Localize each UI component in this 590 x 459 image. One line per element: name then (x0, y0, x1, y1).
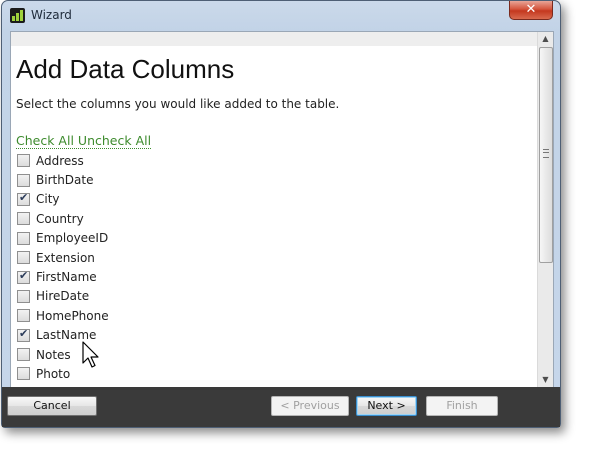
scroll-up-arrow-icon[interactable]: ▲ (538, 32, 553, 46)
checkbox-unchecked[interactable] (17, 367, 30, 381)
next-button[interactable]: Next > (356, 396, 417, 416)
uncheck-all-link[interactable]: Uncheck All (78, 133, 151, 148)
checkbox-unchecked[interactable] (17, 251, 30, 265)
window-title: Wizard (31, 8, 72, 22)
column-checkbox-item[interactable]: Country (17, 209, 109, 228)
column-checkbox-item[interactable]: BirthDate (17, 170, 109, 189)
checkbox-unchecked[interactable] (17, 309, 30, 323)
mouse-pointer-icon (82, 341, 99, 368)
close-button[interactable]: ✕ (509, 1, 553, 20)
column-checkbox-label: Address (36, 153, 84, 168)
column-checkbox-label: City (36, 192, 60, 207)
column-checkbox-item[interactable]: FirstName (17, 267, 109, 286)
checkbox-checked[interactable] (17, 327, 30, 342)
column-checkbox-label: HireDate (36, 289, 90, 304)
checkbox-checked[interactable] (17, 269, 30, 284)
vertical-scrollbar[interactable]: ▲ ▼ (537, 32, 553, 387)
column-checkbox-item[interactable]: HireDate (17, 287, 109, 306)
column-checkbox-label: HomePhone (36, 308, 109, 323)
check-links: Check All Uncheck All (16, 133, 152, 149)
close-icon: ✕ (525, 2, 537, 17)
column-checkbox-label: EmployeeID (36, 231, 109, 246)
finish-button[interactable]: Finish (426, 396, 498, 416)
checkbox-unchecked[interactable] (17, 212, 30, 226)
wizard-app-icon (10, 8, 25, 23)
check-all-link[interactable]: Check All (16, 133, 74, 148)
column-checkbox-item[interactable]: Address (17, 151, 109, 170)
column-checkbox-item[interactable]: City (17, 190, 109, 209)
column-checkbox-label: Country (36, 211, 84, 226)
checkbox-unchecked[interactable] (17, 173, 30, 187)
button-bar: Cancel < Previous Next > Finish (2, 387, 560, 427)
scroll-area: Add Data Columns Select the columns you … (11, 32, 538, 387)
checkbox-checked[interactable] (17, 191, 30, 206)
column-checkbox-label: Notes (36, 347, 71, 362)
checkbox-unchecked[interactable] (17, 348, 30, 362)
cancel-button[interactable]: Cancel (7, 396, 97, 416)
header-strip (11, 32, 538, 46)
column-checkbox-item[interactable]: Extension (17, 248, 109, 267)
checkbox-unchecked[interactable] (17, 231, 30, 245)
scrollbar-thumb[interactable] (539, 47, 553, 263)
page-subtitle: Select the columns you would like added … (16, 97, 340, 111)
wizard-content: Add Data Columns Select the columns you … (10, 31, 554, 388)
column-checkbox-item[interactable]: HomePhone (17, 306, 109, 325)
title-bar[interactable]: Wizard ✕ (2, 1, 560, 31)
checkbox-unchecked[interactable] (17, 289, 30, 303)
column-checkbox-label: Photo (36, 366, 71, 381)
column-checkbox-label: Extension (36, 250, 95, 265)
checkbox-unchecked[interactable] (17, 154, 30, 168)
column-checkbox-label: BirthDate (36, 173, 94, 188)
page-title: Add Data Columns (16, 54, 235, 84)
column-checkbox-item[interactable]: EmployeeID (17, 229, 109, 248)
scrollbar-grip-icon (543, 149, 549, 158)
previous-button[interactable]: < Previous (271, 396, 349, 416)
column-checkbox-label: FirstName (36, 270, 97, 285)
scroll-down-arrow-icon[interactable]: ▼ (538, 373, 553, 387)
